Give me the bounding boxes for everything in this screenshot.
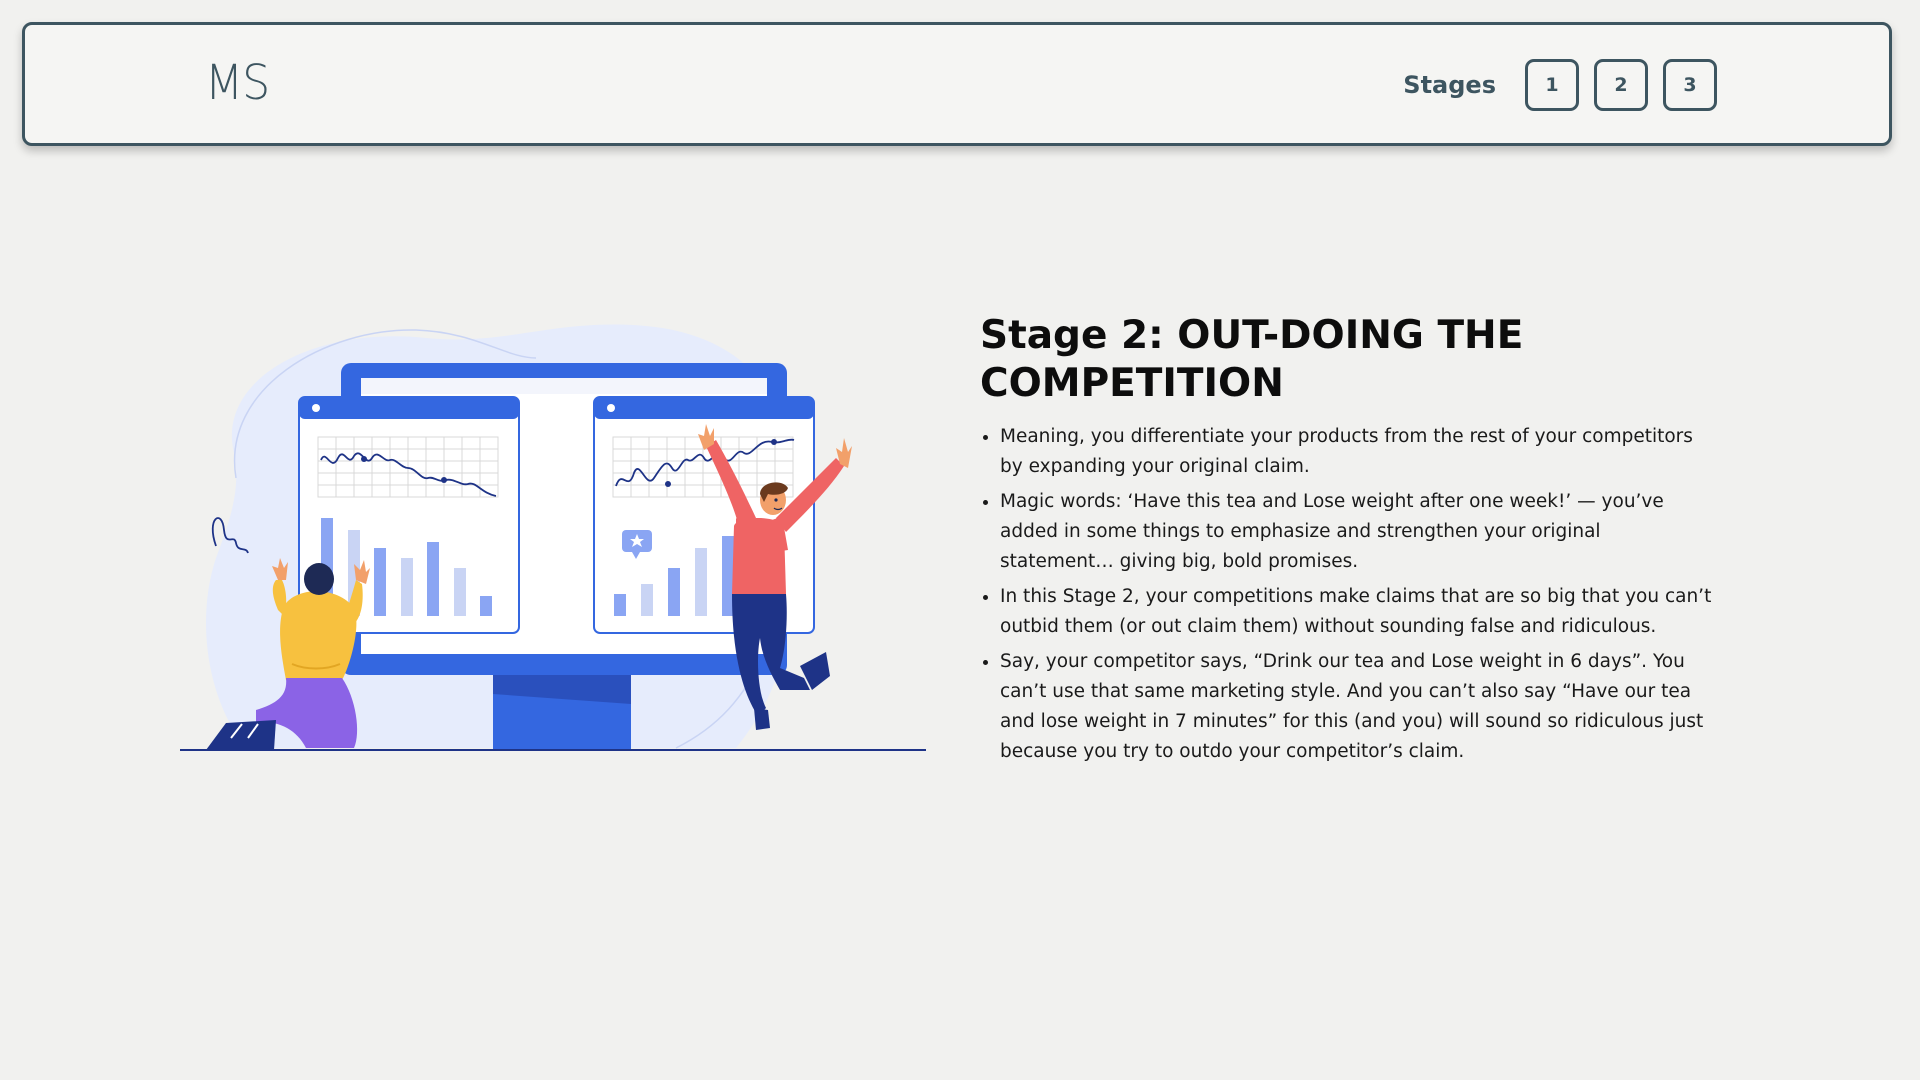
left-window-chart-dot [441, 477, 447, 483]
left-window-chart-dot [361, 456, 367, 462]
monitor-top-bar [361, 378, 767, 394]
page-title: Stage 2: OUT-DOING THE COMPETITION [980, 313, 1524, 406]
right-window-dot [607, 404, 615, 412]
left-window-dot [312, 404, 320, 412]
list-item: Say, your competitor says, “Drink our te… [1000, 647, 1720, 767]
right-window-chart-dot [665, 481, 671, 487]
dashboard-celebration-illustration [180, 324, 926, 751]
list-item: Meaning, you differentiate your products… [1000, 422, 1720, 482]
list-item: Magic words: ‘Have this tea and Lose wei… [1000, 487, 1720, 577]
top-navigation-bar: MS Stages 1 2 3 [22, 22, 1892, 146]
list-item: In this Stage 2, your competitions make … [1000, 582, 1720, 642]
stage-3-button[interactable]: 3 [1663, 59, 1717, 111]
right-window-titlebar [594, 397, 814, 419]
bullet-list: Meaning, you differentiate your products… [980, 422, 1720, 767]
right-window-chart-dot [771, 439, 777, 445]
stage-2-button[interactable]: 2 [1594, 59, 1648, 111]
stage-1-button[interactable]: 1 [1525, 59, 1579, 111]
stages-label: Stages [1403, 71, 1496, 99]
stage-content: Stage 2: OUT-DOING THE COMPETITION Meani… [980, 312, 1720, 772]
stages-nav: Stages 1 2 3 [1403, 59, 1717, 111]
left-window-titlebar [299, 397, 519, 419]
logo[interactable]: MS [205, 59, 270, 107]
